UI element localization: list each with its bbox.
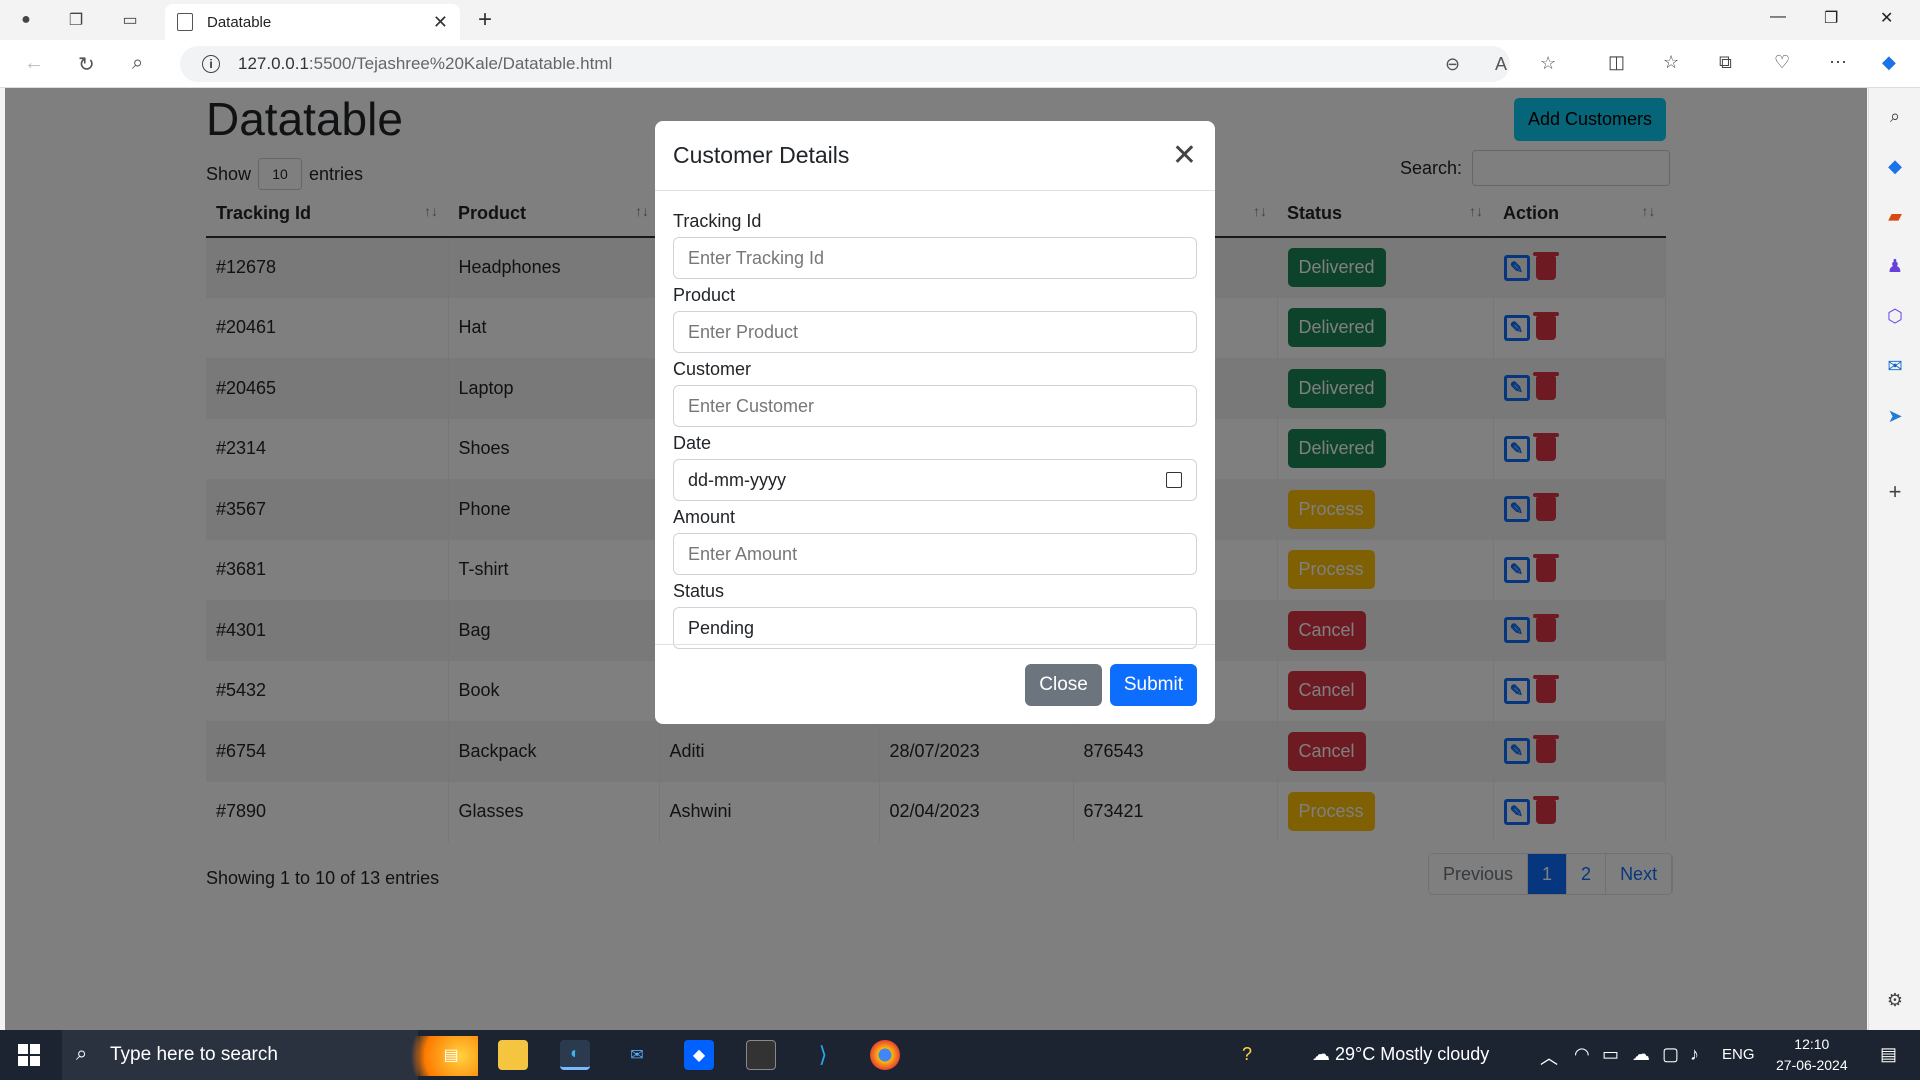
file-explorer-icon[interactable] <box>498 1040 528 1070</box>
close-button[interactable]: Close <box>1025 663 1102 706</box>
dropbox-icon[interactable]: ◆ <box>684 1040 714 1070</box>
notifications-icon[interactable]: ▤ <box>1880 1044 1897 1065</box>
customer-input[interactable]: Enter Customer <box>673 385 1197 427</box>
favorites-icon[interactable]: ☆ <box>1663 52 1679 73</box>
calendar-icon[interactable] <box>1166 472 1182 488</box>
search-icon[interactable]: ⌕ <box>1883 104 1907 128</box>
terminal-icon[interactable] <box>746 1040 776 1070</box>
settings-gear-icon[interactable]: ⚙ <box>1883 988 1907 1012</box>
copilot-icon[interactable]: ◆ <box>1882 52 1896 73</box>
close-window-icon[interactable]: ✕ <box>1880 8 1893 28</box>
address-bar[interactable]: i 127.0.0.1:5500/Tejashree%20Kale/Datata… <box>180 46 1556 82</box>
page-icon <box>177 13 193 31</box>
url-host: 127.0.0.1 <box>238 54 309 73</box>
zoom-icon[interactable]: ⊖ <box>1445 54 1460 75</box>
workspaces-icon[interactable]: ❐ <box>64 8 88 32</box>
clock[interactable]: 12:10 27-06-2024 <box>1776 1034 1848 1076</box>
address-toolbar: ← ↻ ⌕ i 127.0.0.1:5500/Tejashree%20Kale/… <box>0 40 1920 88</box>
submit-button[interactable]: Submit <box>1109 663 1197 706</box>
time: 12:10 <box>1794 1036 1830 1052</box>
tracking-id-input[interactable]: Enter Tracking Id <box>673 237 1197 279</box>
volume-icon[interactable]: ♪ <box>1690 1044 1699 1065</box>
new-tab-icon[interactable]: + <box>478 6 492 34</box>
chevron-up-icon[interactable]: ︿ <box>1540 1044 1558 1070</box>
customer-label: Customer <box>673 359 752 379</box>
cloud-sync-icon[interactable]: ☁ <box>1632 1044 1650 1065</box>
mail-icon[interactable]: ✉ <box>622 1040 652 1070</box>
url-path: :5500/Tejashree%20Kale/Datatable.html <box>308 54 613 73</box>
browser-essentials-icon[interactable]: ♡ <box>1774 52 1790 73</box>
minimize-icon[interactable]: — <box>1770 8 1786 26</box>
microsoft-365-icon[interactable]: ⬡ <box>1883 304 1907 328</box>
favorite-star-icon[interactable]: ☆ <box>1540 53 1556 74</box>
modal-body: Tracking Id Enter Tracking Id Product En… <box>655 191 1215 649</box>
restore-icon[interactable]: ❐ <box>1824 8 1838 28</box>
help-icon[interactable]: ? <box>1242 1044 1252 1065</box>
search-icon: ⌕ <box>76 1043 88 1065</box>
collections-icon[interactable]: ⧉ <box>1719 52 1732 73</box>
refresh-icon[interactable]: ↻ <box>78 52 95 77</box>
modal-title: Customer Details <box>673 142 850 168</box>
close-tab-icon[interactable]: ✕ <box>433 12 448 33</box>
camera-icon[interactable]: ▢ <box>1662 1044 1679 1065</box>
taskbar-search[interactable]: ⌕ Type here to search <box>62 1030 478 1080</box>
tab-title: Datatable <box>207 13 272 31</box>
tracking-id-label: Tracking Id <box>673 211 762 231</box>
games-icon[interactable]: ♟ <box>1883 254 1907 278</box>
date-label: Date <box>673 433 712 453</box>
modal-header: Customer Details ✕ <box>655 121 1215 191</box>
vscode-icon[interactable]: ⟩ <box>808 1040 838 1070</box>
shopping-tag-icon[interactable]: ◆ <box>1883 154 1907 178</box>
send-icon[interactable]: ➤ <box>1883 404 1907 428</box>
amount-input[interactable]: Enter Amount <box>673 533 1197 575</box>
cloud-icon: ☁ <box>1312 1044 1330 1064</box>
close-icon[interactable]: ✕ <box>1172 138 1197 173</box>
amount-label: Amount <box>673 507 736 527</box>
search-icon[interactable]: ⌕ <box>132 52 143 75</box>
network-icon[interactable]: ◠ <box>1574 1044 1590 1065</box>
toolbox-icon[interactable]: ▰ <box>1883 204 1907 228</box>
product-label: Product <box>673 285 736 305</box>
taskbar-search-placeholder: Type here to search <box>110 1044 278 1065</box>
date-input[interactable]: dd-mm-yyyy <box>673 459 1197 501</box>
outlook-icon[interactable]: ✉ <box>1883 354 1907 378</box>
read-aloud-icon[interactable]: A <box>1495 54 1507 75</box>
add-icon[interactable]: + <box>1883 479 1907 504</box>
browser-tab-bar: ● ❐ ▭ Datatable ✕ + — ❐ ✕ <box>0 0 1920 40</box>
product-input[interactable]: Enter Product <box>673 311 1197 353</box>
back-icon[interactable]: ← <box>24 52 44 75</box>
site-info-icon[interactable]: i <box>202 55 220 73</box>
date: 27-06-2024 <box>1776 1057 1848 1073</box>
edge-browser-icon[interactable]: ◐ <box>560 1040 590 1070</box>
modal-footer: Close Submit <box>655 644 1215 724</box>
profile-icon[interactable]: ● <box>14 8 38 32</box>
language-indicator[interactable]: ENG <box>1722 1046 1755 1063</box>
battery-icon[interactable]: ▭ <box>1602 1044 1619 1065</box>
browser-tab[interactable]: Datatable ✕ <box>165 4 460 40</box>
browser-sidebar: ⌕ ◆ ▰ ♟ ⬡ ✉ ➤ + ⚙ <box>1868 88 1920 1030</box>
customer-details-modal: Customer Details ✕ Tracking Id Enter Tra… <box>655 121 1215 724</box>
status-label: Status <box>673 581 725 601</box>
weather-text: 29°C Mostly cloudy <box>1335 1044 1490 1064</box>
tab-actions-icon[interactable]: ▭ <box>118 8 142 32</box>
windows-taskbar: ⌕ Type here to search ▤ ◐ ✉ ◆ ⟩ ? ☁ 29°C… <box>0 1030 1920 1080</box>
windows-start-icon[interactable] <box>18 1044 40 1066</box>
split-screen-icon[interactable]: ◫ <box>1608 52 1625 73</box>
status-input[interactable]: Pending <box>673 607 1197 649</box>
task-view-icon[interactable]: ▤ <box>436 1040 466 1070</box>
chrome-icon[interactable] <box>870 1040 900 1070</box>
weather-widget[interactable]: ☁ 29°C Mostly cloudy <box>1312 1044 1489 1065</box>
more-icon[interactable]: ⋯ <box>1829 52 1847 73</box>
